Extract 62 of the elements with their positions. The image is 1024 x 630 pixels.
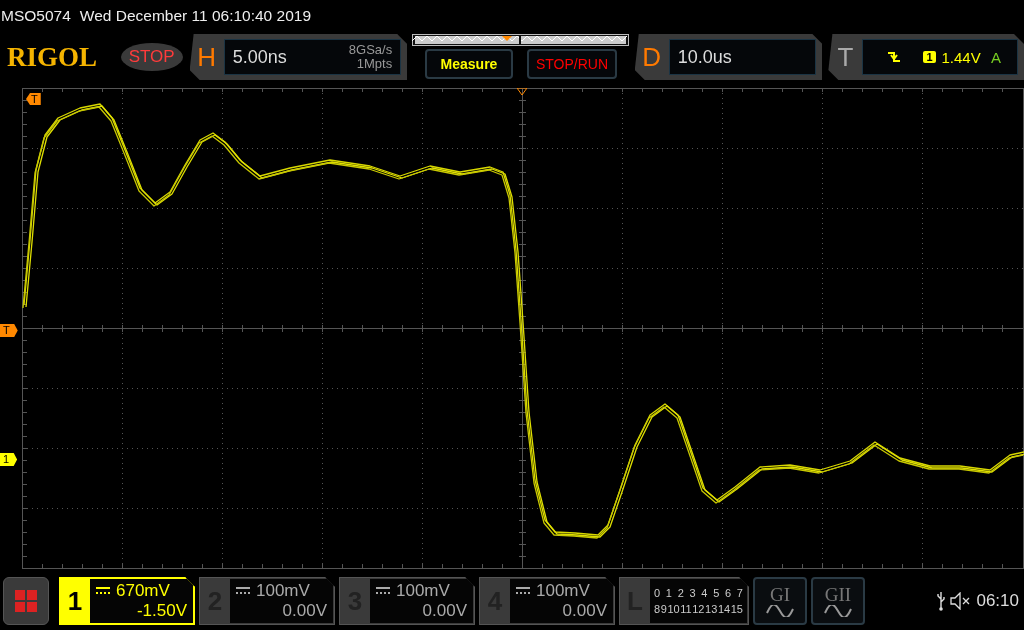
digital-channel-label: 3: [689, 587, 696, 599]
digital-channel-label: 12: [692, 603, 705, 615]
digital-channel-label: 4: [701, 587, 708, 599]
date-time: Wed December 11 06:10:40 2019: [79, 7, 312, 25]
digital-channel-label: 13: [705, 603, 718, 615]
digital-channel-label: 6: [724, 587, 732, 599]
digital-channel-label: 15: [730, 603, 743, 615]
usb-icon: [936, 591, 947, 611]
channel-offset: 0.00V: [422, 601, 467, 621]
channel-scale: 670mV: [116, 581, 170, 601]
channel-scale: 100mV: [536, 581, 590, 601]
digital-channel-label: 7: [736, 587, 743, 599]
digital-channel-label: 0: [654, 587, 661, 599]
menu-button[interactable]: Measure: [425, 48, 513, 79]
generator-button[interactable]: GI: [753, 577, 807, 625]
dc-coupling-icon: [236, 587, 250, 595]
trigger-panel[interactable]: T 1 1.44V A: [828, 34, 1024, 80]
digital-channel-label: 8: [654, 603, 661, 615]
dc-coupling-icon: [516, 587, 530, 595]
digital-channel-label: 11: [680, 603, 692, 615]
dc-coupling-icon: [376, 587, 390, 595]
triangle-icon: [517, 88, 527, 95]
delay-panel[interactable]: D 10.0us: [634, 34, 823, 80]
digital-channel-label: 5: [713, 587, 720, 599]
sine-wave-icon: [766, 605, 794, 617]
horizontal-panel[interactable]: H 5.00ns 8GSa/s 1Mpts: [189, 34, 408, 80]
run-state-indicator: STOP: [120, 43, 183, 71]
falling-edge-icon: [887, 50, 902, 64]
channel-offset: -1.50V: [136, 601, 187, 621]
panel-letter: D: [641, 41, 663, 73]
clock: 06:10: [976, 591, 1019, 611]
sine-wave-icon: [824, 605, 852, 617]
channel-scale: 100mV: [396, 581, 450, 601]
channel-offset-marker[interactable]: 1: [0, 453, 18, 466]
trigger-level: 1.44V: [941, 48, 981, 66]
delay-value: 10.0us: [677, 46, 732, 68]
menu-button[interactable]: [3, 577, 49, 625]
generator-button[interactable]: GII: [811, 577, 865, 625]
grid-squares-icon: [15, 590, 37, 612]
channel-offset: 0.00V: [562, 601, 607, 621]
model-name: MSO5074: [1, 7, 71, 25]
digital-channel-label: 9: [660, 603, 667, 615]
dc-coupling-icon: [96, 587, 110, 595]
trigger-source: 1: [923, 51, 936, 63]
panel-letter: H: [196, 41, 218, 73]
digital-channel-label: 2: [677, 587, 684, 599]
timebase-value: 5.00ns: [232, 46, 287, 68]
menu-button[interactable]: STOP/RUN: [527, 48, 617, 79]
digital-channel-label: 14: [717, 603, 731, 615]
sample-rate: 8GSa/s: [348, 43, 393, 57]
speaker-muted-icon: [950, 592, 971, 610]
digital-channel-label: 1: [665, 587, 672, 599]
memory-depth: 1Mpts: [356, 57, 393, 71]
channel-panel[interactable]: 1 670mV -1.50V: [59, 577, 195, 625]
channel-number: 1: [66, 584, 84, 618]
panel-letter: T: [836, 41, 855, 73]
brand-logo: RIGOL: [7, 41, 99, 73]
trigger-mode: A: [991, 48, 1001, 66]
digital-channel-label: 10: [667, 603, 680, 615]
trigger-level-marker[interactable]: T: [0, 324, 18, 337]
channel-scale: 100mV: [256, 581, 310, 601]
channel-offset: 0.00V: [282, 601, 327, 621]
